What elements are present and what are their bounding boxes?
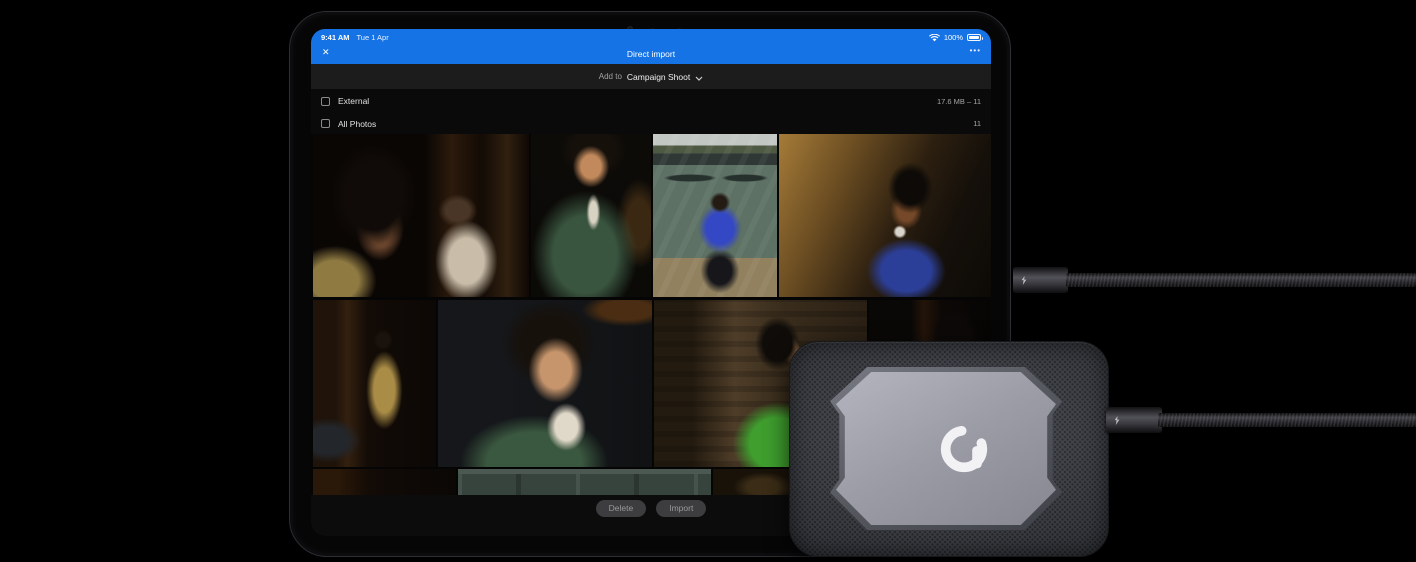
photo-thumbnail[interactable] (779, 134, 991, 297)
cable-to-drive (1158, 413, 1416, 427)
wifi-icon (928, 29, 940, 47)
source-size-count: 17.6 MB – 11 (936, 96, 981, 106)
drive-faceplate (836, 372, 1056, 525)
status-time: 9:41 AM (321, 33, 350, 42)
delete-button[interactable]: Delete (595, 500, 647, 517)
photo-thumbnail[interactable] (313, 300, 436, 467)
photo-thumbnail[interactable] (531, 134, 651, 297)
usb-c-connector-ipad (1013, 267, 1068, 293)
source-row-external[interactable]: External 17.6 MB – 11 (311, 89, 991, 113)
page-title: Direct import (626, 49, 676, 59)
collection-name: Campaign Shoot (626, 71, 691, 82)
add-to-collection-dropdown[interactable]: Add to Campaign Shoot (311, 64, 991, 89)
status-date: Tue 1 Apr (356, 33, 389, 42)
cable-to-ipad (1066, 273, 1416, 287)
battery-percent: 100% (943, 33, 963, 42)
source-count: 11 (973, 119, 981, 128)
all-photos-checkbox[interactable] (321, 119, 330, 128)
status-bar: 9:41 AM Tue 1 Apr 100% (311, 29, 991, 46)
thunderbolt-icon (1021, 275, 1027, 285)
source-label: All Photos (338, 118, 377, 129)
thunderbolt-icon (1114, 415, 1120, 425)
chevron-down-icon (695, 68, 703, 86)
external-checkbox[interactable] (321, 96, 330, 106)
battery-icon (967, 34, 983, 41)
import-button[interactable]: Import (656, 500, 707, 517)
photo-thumbnail[interactable] (313, 134, 529, 297)
external-drive (789, 341, 1109, 557)
photo-thumbnail[interactable] (653, 134, 777, 297)
drive-faceplate-bevel (830, 367, 1062, 530)
usb-c-connector-drive (1106, 407, 1162, 433)
source-row-all-photos[interactable]: All Photos 11 (311, 113, 991, 134)
g-drive-logo-icon (940, 425, 987, 472)
direct-import-header: ✕ Direct import ••• (311, 46, 991, 64)
more-options-button[interactable]: ••• (970, 46, 981, 55)
scene: 9:41 AM Tue 1 Apr 100% ✕ Direct import •… (0, 0, 1416, 562)
photo-thumbnail[interactable] (438, 300, 652, 467)
add-to-label: Add to (598, 72, 622, 81)
source-label: External (338, 96, 370, 106)
